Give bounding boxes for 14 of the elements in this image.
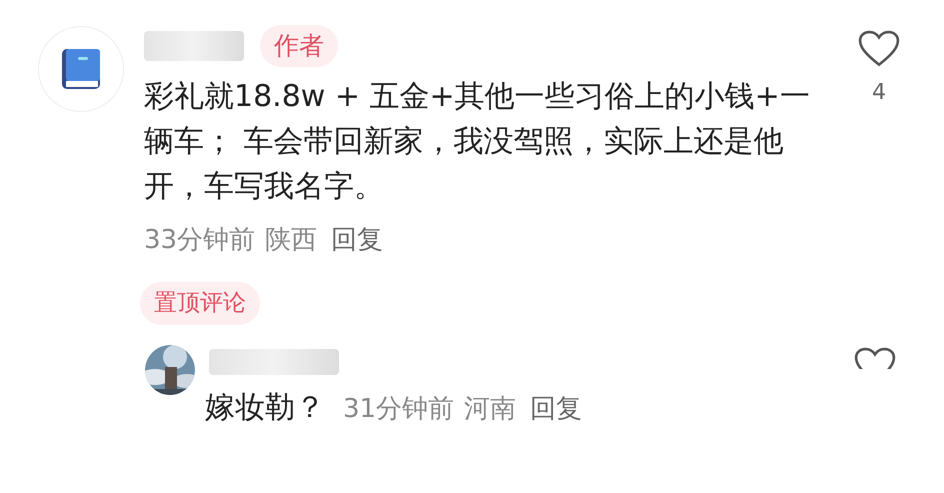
comment-time: 33分钟前	[144, 224, 256, 257]
avatar[interactable]	[38, 26, 124, 112]
like-count: 4	[872, 78, 886, 107]
book-icon	[60, 47, 102, 91]
reply-location: 河南	[464, 392, 516, 426]
reply-time: 31分钟前	[343, 392, 454, 426]
reply-link[interactable]: 回复	[331, 221, 384, 260]
author-badge: 作者	[260, 25, 338, 67]
heart-icon[interactable]	[858, 30, 900, 68]
comment-location: 陕西	[265, 224, 318, 257]
pinned-comment-tag: 置顶评论	[140, 282, 260, 324]
reply-text: 嫁妆勒？	[205, 388, 325, 426]
comment-text: 彩礼就18.8w + 五金+其他一些习俗上的小钱+一辆车； 车会带回新家，我没驾照，实际上还是他开，车写我名字。	[144, 78, 811, 206]
reply-link[interactable]: 回复	[530, 390, 582, 428]
